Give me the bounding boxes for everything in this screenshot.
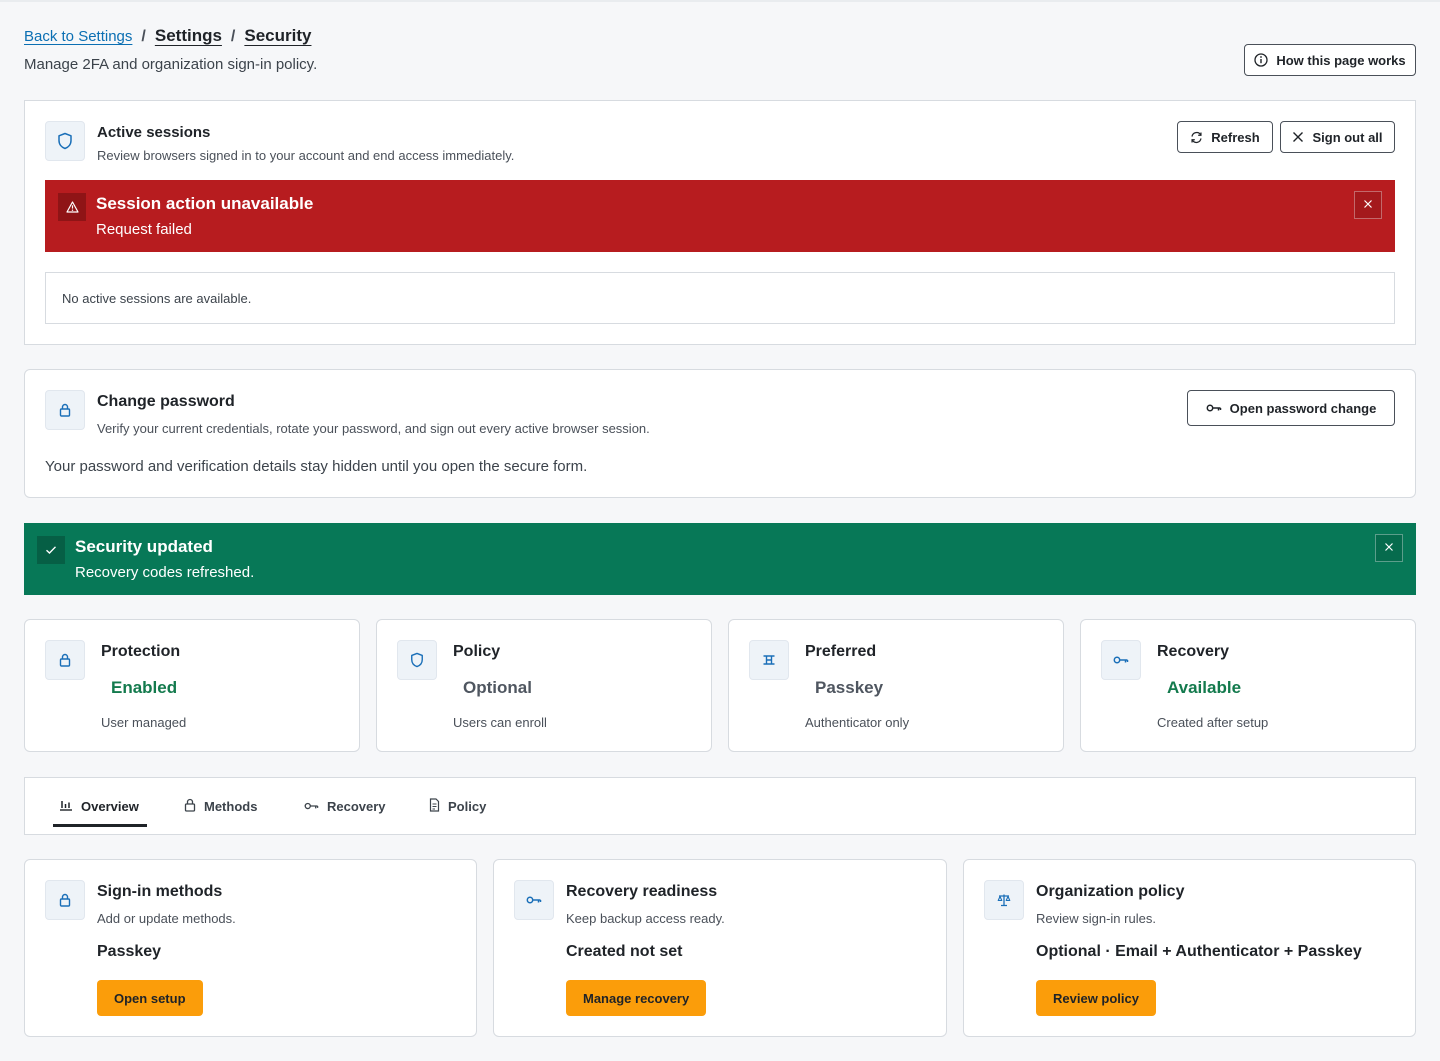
stat-title: Preferred (805, 643, 877, 660)
back-to-settings-link[interactable]: Back to Settings (24, 28, 132, 45)
breadcrumb-settings[interactable]: Settings (155, 26, 222, 46)
change-password-description: Verify your current credentials, rotate … (97, 421, 650, 436)
tab-policy[interactable]: Policy (429, 778, 486, 834)
card-value: Created not set (566, 943, 683, 960)
stat-title: Protection (101, 643, 181, 660)
active-tab-indicator (53, 824, 147, 827)
stat-note: Authenticator only (805, 715, 910, 730)
key-icon (304, 799, 319, 814)
tab-overview-label: Overview (81, 798, 139, 814)
sign-out-all-label: Sign out all (1312, 129, 1383, 145)
change-password-card: Change password Verify your current cred… (24, 369, 1416, 498)
active-sessions-title: Active sessions (97, 124, 211, 141)
sessions-empty-text: No active sessions are available. (62, 291, 252, 306)
recovery-readiness-card: Recovery readiness Keep backup access re… (493, 859, 947, 1037)
open-setup-button[interactable]: Open setup (97, 980, 203, 1016)
dismiss-error-button[interactable] (1354, 191, 1382, 219)
lock-icon (45, 880, 85, 920)
stat-title: Policy (453, 643, 501, 660)
dismiss-success-button[interactable] (1375, 534, 1403, 562)
card-title: Organization policy (1036, 883, 1185, 900)
lock-icon (45, 390, 85, 430)
card-description: Keep backup access ready. (566, 911, 725, 926)
sign-in-methods-card: Sign-in methods Add or update methods. P… (24, 859, 477, 1037)
refresh-button[interactable]: Refresh (1177, 121, 1273, 153)
change-password-note: Your password and verification details s… (45, 458, 588, 475)
open-password-change-button[interactable]: Open password change (1187, 390, 1395, 426)
lock-icon (184, 798, 196, 815)
tab-policy-label: Policy (448, 798, 487, 814)
stat-card-policy: Policy Optional Users can enroll (376, 619, 712, 752)
stat-card-recovery: Recovery Available Created after setup (1080, 619, 1416, 752)
card-title: Recovery readiness (566, 883, 718, 900)
stat-card-preferred: Preferred Passkey Authenticator only (728, 619, 1064, 752)
top-divider (0, 0, 1440, 2)
active-sessions-description: Review browsers signed in to your accoun… (97, 148, 515, 163)
close-icon (1363, 196, 1373, 214)
info-icon (1254, 53, 1268, 67)
card-value: Optional · Email + Authenticator + Passk… (1036, 943, 1362, 960)
tab-recovery-label: Recovery (327, 798, 386, 814)
card-title: Sign-in methods (97, 883, 223, 900)
passkey-icon (749, 640, 789, 680)
breadcrumb-security: Security (244, 26, 312, 45)
session-error-title: Session action unavailable (96, 194, 314, 213)
open-password-change-label: Open password change (1229, 400, 1377, 416)
stat-value: Passkey (815, 678, 884, 697)
breadcrumb-separator: / (141, 28, 146, 45)
how-this-page-works-label: How this page works (1276, 52, 1406, 68)
breadcrumb: Back to Settings / Settings / Security (24, 26, 311, 46)
document-icon (429, 797, 440, 815)
stat-card-protection: Protection Enabled User managed (24, 619, 360, 752)
close-icon (1384, 539, 1394, 557)
scale-icon (984, 880, 1024, 920)
stat-title: Recovery (1157, 643, 1230, 660)
card-description: Review sign-in rules. (1036, 911, 1156, 926)
stat-value: Available (1167, 678, 1242, 697)
refresh-label: Refresh (1211, 129, 1260, 145)
breadcrumb-separator: / (230, 28, 236, 45)
bar-chart-icon (59, 798, 73, 814)
page-subtitle: Manage 2FA and organization sign-in poli… (24, 56, 318, 73)
session-error-alert: Session action unavailable Request faile… (45, 180, 1395, 252)
shield-icon (45, 121, 85, 161)
stat-note: User managed (101, 715, 187, 730)
organization-policy-card: Organization policy Review sign-in rules… (963, 859, 1416, 1037)
tab-methods[interactable]: Methods (184, 778, 257, 834)
card-value: Passkey (97, 943, 162, 960)
stat-note: Created after setup (1157, 715, 1269, 730)
change-password-title: Change password (97, 393, 235, 410)
card-description: Add or update methods. (97, 911, 236, 926)
manage-recovery-button[interactable]: Manage recovery (566, 980, 707, 1016)
security-updated-alert: Security updated Recovery codes refreshe… (24, 523, 1416, 595)
stat-note: Users can enroll (453, 715, 547, 730)
tab-bar: Overview Methods Recovery Policy (24, 777, 1416, 835)
stat-value: Enabled (111, 678, 178, 697)
sign-out-all-button[interactable]: Sign out all (1280, 121, 1395, 153)
refresh-icon (1190, 131, 1203, 144)
shield-icon (397, 640, 437, 680)
sessions-empty-state: No active sessions are available. (45, 272, 1395, 324)
warning-icon (58, 193, 86, 221)
tab-methods-label: Methods (204, 798, 258, 814)
key-icon (1206, 403, 1222, 413)
key-icon (514, 880, 554, 920)
close-icon (1292, 131, 1304, 143)
security-updated-title: Security updated (75, 537, 213, 556)
lock-icon (45, 640, 85, 680)
how-this-page-works-button[interactable]: How this page works (1244, 44, 1416, 76)
security-updated-message: Recovery codes refreshed. (75, 564, 255, 581)
key-icon (1101, 640, 1141, 680)
tab-recovery[interactable]: Recovery (304, 778, 386, 834)
session-error-message: Request failed (96, 221, 192, 238)
stat-value: Optional (463, 678, 532, 697)
active-sessions-card: Active sessions Review browsers signed i… (24, 100, 1416, 345)
review-policy-button[interactable]: Review policy (1036, 980, 1156, 1016)
checkmark-icon (37, 536, 65, 564)
